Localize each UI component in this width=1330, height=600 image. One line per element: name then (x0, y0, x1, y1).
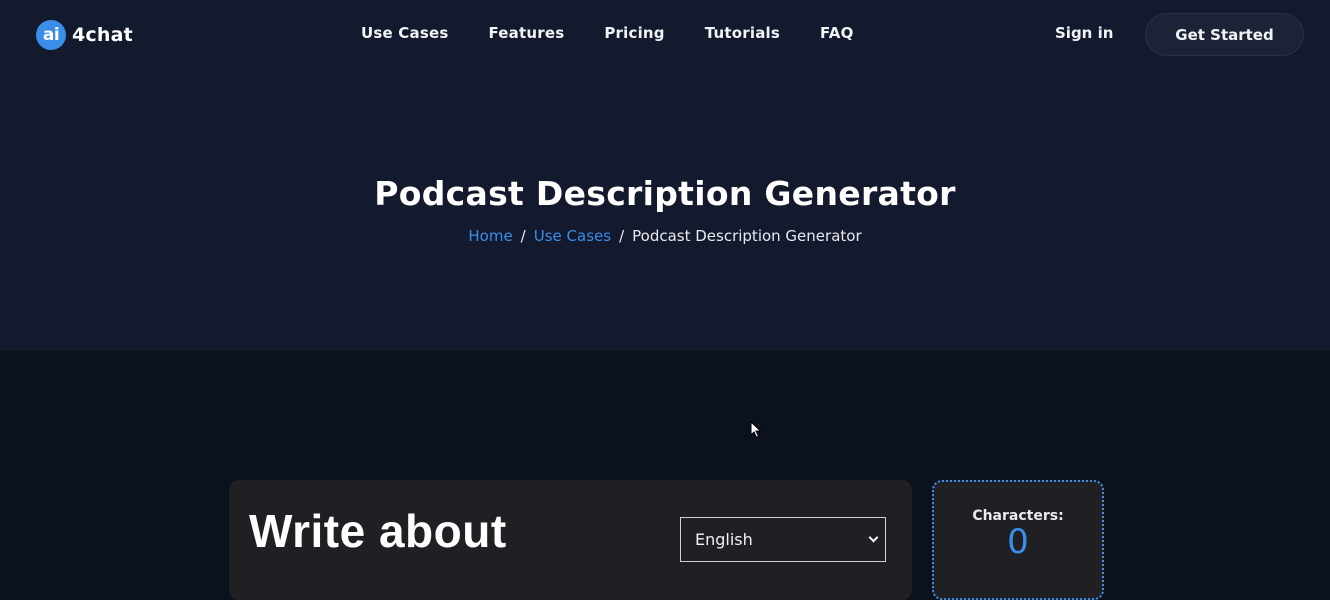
breadcrumb-use-cases[interactable]: Use Cases (534, 227, 611, 245)
character-counter: Characters: 0 (932, 480, 1104, 600)
chevron-down-icon (868, 532, 879, 543)
main-nav: Use Cases Features Pricing Tutorials FAQ (361, 24, 854, 42)
language-select[interactable]: English (680, 517, 886, 562)
mouse-cursor-icon (750, 421, 762, 439)
page-title: Podcast Description Generator (374, 174, 956, 213)
nav-tutorials[interactable]: Tutorials (705, 24, 780, 42)
logo-link[interactable]: ai 4chat (36, 20, 133, 50)
breadcrumb-home[interactable]: Home (468, 227, 512, 245)
logo-icon: ai (36, 20, 66, 50)
breadcrumb-separator: / (619, 227, 625, 245)
nav-pricing[interactable]: Pricing (604, 24, 664, 42)
breadcrumb-current: Podcast Description Generator (632, 227, 862, 245)
nav-use-cases[interactable]: Use Cases (361, 24, 448, 42)
nav-features[interactable]: Features (488, 24, 564, 42)
editor-heading: Write about (249, 505, 507, 557)
breadcrumb: Home / Use Cases / Podcast Description G… (0, 227, 1330, 245)
breadcrumb-separator: / (520, 227, 526, 245)
character-counter-value: 0 (1007, 522, 1029, 562)
logo-text: 4chat (72, 24, 133, 46)
navbar: ai 4chat Use Cases Features Pricing Tuto… (0, 0, 1330, 70)
editor-card: Write about English (229, 480, 912, 600)
nav-faq[interactable]: FAQ (820, 24, 854, 42)
sign-in-link[interactable]: Sign in (1055, 24, 1113, 42)
hero-section: ai 4chat Use Cases Features Pricing Tuto… (0, 0, 1330, 350)
get-started-button[interactable]: Get Started (1145, 13, 1304, 56)
language-select-value: English (695, 530, 753, 549)
